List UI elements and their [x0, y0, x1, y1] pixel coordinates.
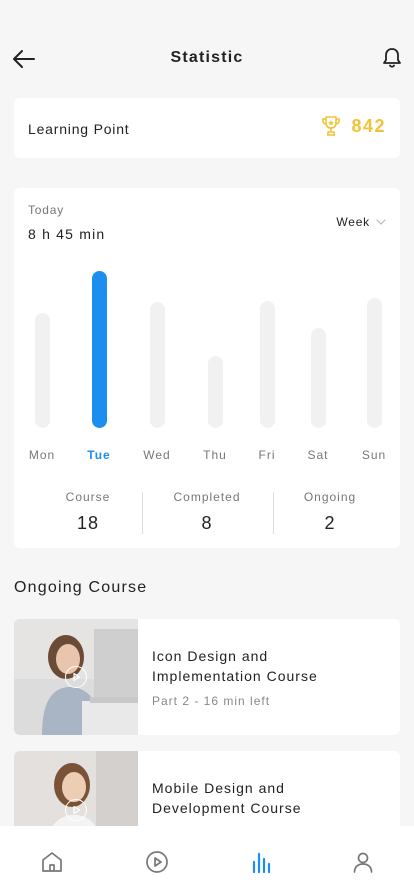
chart-bar-wed[interactable]: [149, 302, 165, 428]
chart-bar-sun[interactable]: [366, 298, 382, 428]
course-thumbnail: [14, 619, 138, 735]
chart-day-label: Sun: [361, 448, 387, 462]
chart-day-label: Fri: [258, 448, 276, 462]
summary-label: Course: [65, 490, 111, 504]
course-title-line1: Mobile Design and: [152, 780, 285, 796]
bar-chart-icon: [252, 852, 271, 874]
learning-point-value: 842: [351, 115, 386, 136]
course-title: Mobile Design and Development Course: [152, 778, 382, 818]
trophy-icon: [322, 116, 341, 136]
play-circle-icon[interactable]: [65, 799, 87, 821]
summary-label: Completed: [173, 490, 241, 504]
chart-day-label: Thu: [203, 448, 227, 462]
notifications-button[interactable]: [380, 45, 404, 71]
header: Statistic: [0, 38, 414, 80]
summary-value: 18: [76, 513, 100, 533]
home-icon: [42, 852, 62, 872]
course-title-line1: Icon Design and: [152, 648, 269, 664]
chart-day-label: Sat: [307, 448, 329, 462]
bottom-tab-bar: [0, 826, 414, 896]
summary-ongoing: Ongoing 2: [266, 490, 394, 534]
summary-completed: Completed 8: [143, 490, 271, 534]
weekly-chart: Mon Tue Wed Thu Fri Sat Sun: [14, 188, 400, 478]
chart-bar-tue[interactable]: [91, 271, 107, 428]
tab-statistic[interactable]: [247, 848, 275, 876]
course-progress: Part 2 - 16 min left: [152, 694, 271, 708]
chart-day-label: Tue: [87, 448, 111, 462]
chart-bar-fri[interactable]: [259, 301, 275, 428]
chart-bar-thu[interactable]: [207, 356, 223, 428]
summary-value: 2: [324, 513, 336, 533]
summary-row: Course 18 Completed 8 Ongoing 2: [14, 490, 400, 536]
course-title-line2: Implementation Course: [152, 668, 318, 684]
ongoing-section-title: Ongoing Course: [14, 579, 148, 596]
tab-home[interactable]: [38, 848, 66, 876]
course-card[interactable]: Icon Design and Implementation Course Pa…: [14, 619, 400, 735]
play-circle-icon[interactable]: [65, 666, 87, 688]
chart-day-label: Wed: [143, 448, 171, 462]
learning-point-value-group: 842: [321, 115, 386, 137]
statistics-card: Today 8 h 45 min Week Mon Tue Wed Thu Fri Sat…: [14, 188, 400, 548]
chart-day-label: Mon: [28, 448, 56, 462]
learning-point-label: Learning Point: [28, 121, 130, 137]
play-circle-icon: [146, 851, 168, 873]
bell-icon: [383, 48, 401, 68]
summary-course: Course 18: [24, 490, 152, 534]
chart-bar-sat[interactable]: [310, 328, 326, 428]
course-title-line2: Development Course: [152, 800, 302, 816]
user-icon: [353, 852, 373, 873]
summary-label: Ongoing: [303, 490, 357, 504]
summary-value: 8: [201, 513, 213, 533]
chart-bar-mon[interactable]: [34, 313, 50, 428]
tab-play[interactable]: [143, 848, 171, 876]
learning-point-card: Learning Point 842: [14, 98, 400, 158]
page-title: Statistic: [170, 49, 244, 66]
tab-profile[interactable]: [349, 848, 377, 876]
course-title: Icon Design and Implementation Course: [152, 646, 382, 686]
